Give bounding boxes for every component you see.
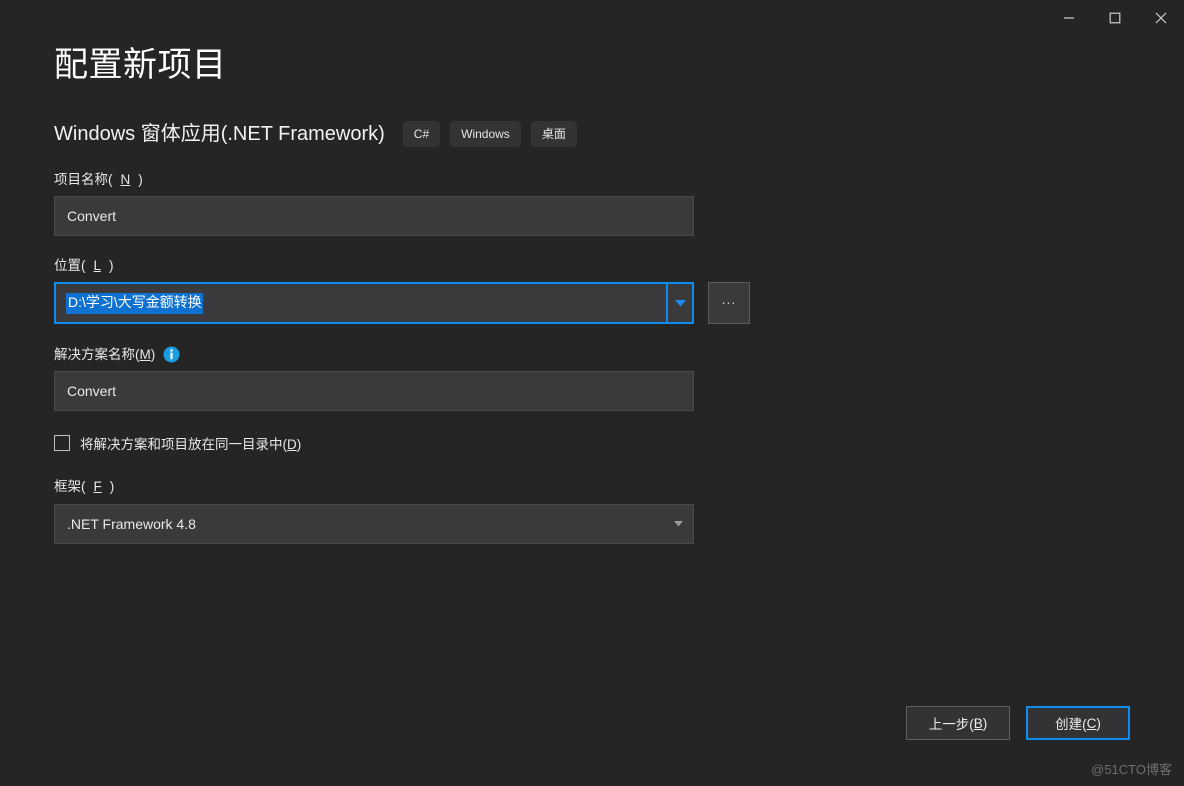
create-button[interactable]: 创建(C) bbox=[1026, 706, 1130, 740]
framework-group: 框架( F) .NET Framework 4.8 bbox=[54, 479, 754, 544]
project-name-label-accelerator: N bbox=[120, 172, 131, 187]
place-in-same-directory-checkbox[interactable] bbox=[54, 435, 70, 452]
location-value: D:\学习\大写金额转换 bbox=[66, 293, 203, 314]
place-in-same-directory-label-text: 将解决方案和项目放在同一目录中( bbox=[80, 437, 287, 453]
location-input[interactable]: D:\学习\大写金额转换 bbox=[56, 284, 666, 322]
template-tag-language: C# bbox=[402, 121, 441, 147]
create-button-accelerator: C bbox=[1086, 715, 1097, 731]
location-label-tail: ) bbox=[109, 258, 114, 274]
solution-name-value: Convert bbox=[67, 383, 117, 400]
watermark: @51CTO博客 bbox=[1091, 762, 1172, 777]
browse-location-button[interactable]: ... bbox=[708, 282, 750, 325]
project-name-input[interactable]: Convert bbox=[54, 196, 694, 237]
framework-label-tail: ) bbox=[109, 479, 115, 495]
place-in-same-directory-label: 将解决方案和项目放在同一目录中(D) bbox=[80, 433, 301, 453]
info-icon[interactable] bbox=[163, 346, 180, 363]
page-title: 配置新项目 bbox=[54, 46, 227, 84]
title-bar bbox=[0, 0, 1184, 36]
close-icon bbox=[1155, 12, 1167, 24]
minimize-button[interactable] bbox=[1046, 0, 1092, 36]
template-tag-platform: Windows bbox=[450, 121, 521, 147]
framework-label: 框架( F) bbox=[54, 479, 754, 495]
framework-select[interactable]: .NET Framework 4.8 bbox=[54, 503, 694, 544]
project-name-label: 项目名称( N) bbox=[54, 172, 754, 188]
framework-value: .NET Framework 4.8 bbox=[67, 515, 196, 532]
project-name-label-text: 项目名称( bbox=[54, 172, 113, 187]
project-configuration-form: 项目名称( N) Convert 位置( L) D:\学习\大写金额转换 ...… bbox=[54, 172, 754, 566]
close-button[interactable] bbox=[1138, 0, 1184, 36]
project-name-label-tail: ) bbox=[138, 172, 143, 187]
location-row: D:\学习\大写金额转换 ... bbox=[54, 282, 754, 325]
template-name: Windows 窗体应用(.NET Framework) bbox=[54, 123, 385, 145]
solution-name-label-tail: ) bbox=[150, 346, 156, 362]
template-tag-list: C# Windows 桌面 bbox=[402, 121, 577, 147]
framework-label-text: 框架( bbox=[54, 479, 86, 495]
dialog-footer: 上一步(B) 创建(C) bbox=[906, 706, 1130, 740]
solution-name-group: 解决方案名称(M) Convert bbox=[54, 346, 754, 412]
solution-name-label-text: 解决方案名称( bbox=[54, 346, 140, 362]
create-button-tail: ) bbox=[1096, 715, 1101, 731]
browse-location-label: ... bbox=[721, 291, 737, 308]
template-summary-row: Windows 窗体应用(.NET Framework) C# Windows … bbox=[54, 121, 577, 147]
place-in-same-directory-label-accelerator: D bbox=[287, 437, 297, 453]
location-group: 位置( L) D:\学习\大写金额转换 ... bbox=[54, 258, 754, 325]
location-label-accelerator: L bbox=[93, 258, 102, 274]
solution-name-label: 解决方案名称(M) bbox=[54, 346, 754, 363]
maximize-button[interactable] bbox=[1092, 0, 1138, 36]
project-name-group: 项目名称( N) Convert bbox=[54, 172, 754, 237]
place-in-same-directory-checkbox-row[interactable]: 将解决方案和项目放在同一目录中(D) bbox=[54, 433, 754, 453]
create-button-text: 创建( bbox=[1055, 717, 1087, 732]
minimize-icon bbox=[1064, 17, 1074, 19]
configure-new-project-dialog: 配置新项目 Windows 窗体应用(.NET Framework) C# Wi… bbox=[0, 0, 1184, 786]
back-button[interactable]: 上一步(B) bbox=[906, 706, 1010, 740]
solution-name-input[interactable]: Convert bbox=[54, 371, 694, 412]
maximize-icon bbox=[1109, 12, 1121, 24]
place-in-same-directory-label-tail: ) bbox=[296, 437, 302, 453]
location-label-text: 位置( bbox=[54, 258, 86, 274]
back-button-tail: ) bbox=[982, 715, 988, 731]
chevron-down-icon bbox=[674, 299, 686, 307]
back-button-text: 上一步( bbox=[928, 717, 974, 732]
location-dropdown-button[interactable] bbox=[666, 284, 692, 323]
chevron-down-icon bbox=[674, 520, 683, 527]
framework-label-accelerator: F bbox=[93, 479, 102, 495]
solution-name-label-accelerator: M bbox=[139, 346, 151, 362]
location-combobox[interactable]: D:\学习\大写金额转换 bbox=[54, 282, 694, 325]
solution-name-label-group: 解决方案名称(M) bbox=[54, 347, 155, 363]
template-tag-project-type: 桌面 bbox=[530, 121, 577, 147]
project-name-value: Convert bbox=[67, 208, 117, 225]
location-label: 位置( L) bbox=[54, 258, 754, 274]
back-button-accelerator: B bbox=[973, 715, 983, 731]
